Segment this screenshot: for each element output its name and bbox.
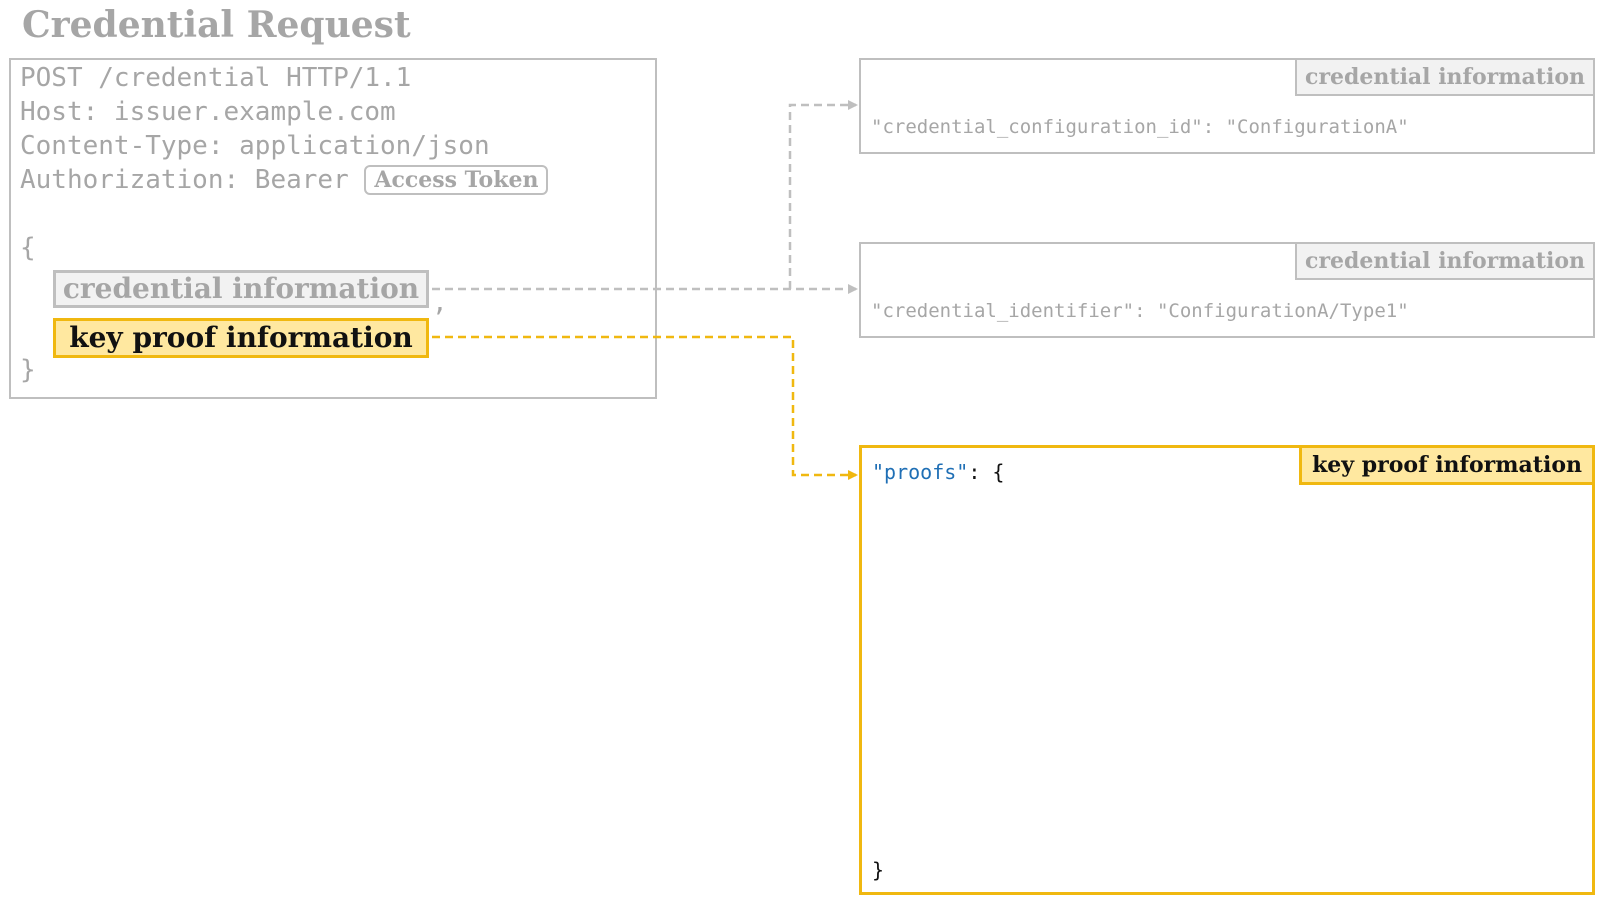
key-proof-connector: [432, 335, 858, 480]
credential-configuration-connector: [788, 100, 858, 289]
connector-arrows: [432, 100, 858, 480]
